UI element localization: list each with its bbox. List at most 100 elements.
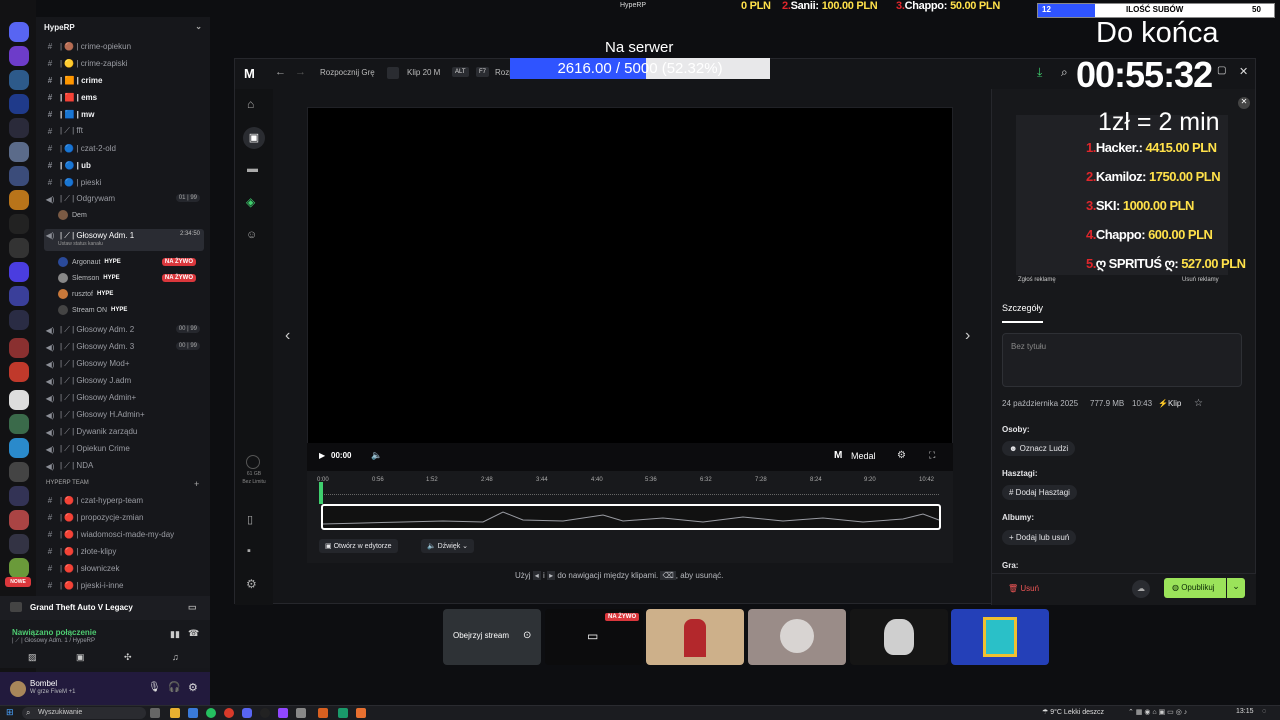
remove-ads-link[interactable]: Usuń reklamy bbox=[1182, 277, 1219, 283]
server-icon[interactable] bbox=[9, 190, 29, 210]
discord-home-icon[interactable] bbox=[9, 22, 29, 42]
app-icon[interactable] bbox=[188, 708, 198, 718]
activities-icon[interactable]: ✣ bbox=[124, 652, 132, 663]
server-icon[interactable] bbox=[9, 462, 29, 482]
cloud-icon[interactable]: ☁ bbox=[1132, 580, 1150, 598]
channel-item[interactable]: ◀) | ⟋ | Głosowy Admin+ bbox=[44, 391, 204, 405]
nav-clip[interactable]: Klip 20 M bbox=[407, 68, 440, 77]
explorer-icon[interactable] bbox=[170, 708, 180, 718]
next-clip-icon[interactable]: › bbox=[965, 327, 970, 345]
channel-item[interactable]: # | 🔵 | ub bbox=[44, 158, 204, 172]
server-icon[interactable] bbox=[9, 338, 29, 358]
channel-item[interactable]: ◀) | ⟋ | Dywanik zarządu bbox=[44, 425, 204, 439]
phone-icon[interactable]: ▯ bbox=[247, 513, 253, 526]
settings-icon[interactable]: ⚙ bbox=[897, 450, 906, 461]
title-input[interactable]: Bez tytułu bbox=[1002, 333, 1242, 387]
folder-icon[interactable]: ▬ bbox=[247, 163, 258, 175]
channel-item[interactable]: ◀) | ⟋ | Głosowy H.Admin+ bbox=[44, 408, 204, 422]
camera-off-icon[interactable]: ▨ bbox=[28, 652, 37, 663]
channel-item[interactable]: # | 🟡 | crime-zapiski bbox=[44, 56, 204, 70]
server-icon[interactable] bbox=[9, 238, 29, 258]
voice-status[interactable]: Nawiązano połączenie bbox=[12, 628, 96, 637]
app-icon[interactable] bbox=[296, 708, 306, 718]
server-icon[interactable] bbox=[9, 166, 29, 186]
voice-member[interactable]: Stream ON HYPE bbox=[58, 303, 202, 317]
avatar[interactable] bbox=[10, 681, 26, 697]
channel-item-selected[interactable]: ◀) | ⟋ | Głosowy Adm. 1 2:34:50 bbox=[44, 229, 204, 251]
discord-icon[interactable] bbox=[242, 708, 252, 718]
server-icon[interactable] bbox=[9, 438, 29, 458]
notification-icon[interactable]: ◌ bbox=[1262, 708, 1266, 715]
channel-item[interactable]: # | 🔴 | pjeski-i-inne bbox=[44, 578, 204, 592]
channel-item[interactable]: ◀) | ⟋ | Głosowy Mod+ bbox=[44, 357, 204, 371]
channel-item[interactable]: # | 🔴 | złote-klipy bbox=[44, 544, 204, 558]
fullscreen-icon[interactable]: ⛶ bbox=[929, 450, 935, 461]
report-ad-link[interactable]: Zgłoś reklamę bbox=[1018, 277, 1056, 283]
voice-member[interactable]: rusztof HYPE bbox=[58, 287, 202, 301]
soundboard-icon[interactable]: ♫ bbox=[172, 652, 179, 662]
voice-member[interactable]: Slemson HYPE NA ŻYWO bbox=[58, 271, 202, 285]
clips-icon[interactable]: ▣ bbox=[243, 127, 265, 149]
publish-options-icon[interactable]: ⌄ bbox=[1227, 578, 1245, 598]
nav-start-game[interactable]: Rozpocznij Grę bbox=[320, 68, 375, 77]
server-icon[interactable] bbox=[9, 362, 29, 382]
server-icon[interactable] bbox=[9, 46, 29, 66]
record-icon[interactable] bbox=[387, 67, 399, 79]
disconnect-icon[interactable]: ☎ bbox=[188, 628, 199, 639]
server-icon[interactable] bbox=[9, 214, 29, 234]
plus-icon[interactable]: + bbox=[194, 479, 199, 489]
open-editor-button[interactable]: ▣ Otwórz w edytorze bbox=[319, 539, 398, 553]
stream-thumb-avatar[interactable] bbox=[748, 609, 846, 665]
stream-thumb-avatar[interactable] bbox=[951, 609, 1049, 665]
stream-thumb-avatar[interactable] bbox=[850, 609, 948, 665]
add-hashtags-button[interactable]: # Dodaj Hasztagi bbox=[1002, 485, 1077, 500]
gear-icon[interactable]: ⚙ bbox=[188, 681, 198, 694]
server-icon[interactable] bbox=[9, 118, 29, 138]
channel-item[interactable]: ◀) | ⟋ | Głosowy Adm. 3 00 | 99 bbox=[44, 340, 204, 354]
channel-item[interactable]: # | 🔵 | pieski bbox=[44, 175, 204, 189]
app-icon[interactable] bbox=[356, 708, 366, 718]
server-icon[interactable] bbox=[9, 414, 29, 434]
tray-icons[interactable]: ⌃ ▦ ◉ ⌂ ▣ ▭ ◎ ♪ bbox=[1128, 708, 1187, 716]
channel-item[interactable]: # | 🔵 | czat-2-old bbox=[44, 141, 204, 155]
headphones-icon[interactable]: 🎧 bbox=[168, 682, 180, 693]
server-icon[interactable] bbox=[9, 262, 29, 282]
category-header[interactable]: HYPERP TEAM bbox=[46, 480, 89, 486]
diamond-icon[interactable]: ◈ bbox=[246, 195, 255, 209]
app-icon[interactable] bbox=[338, 708, 348, 718]
channel-item[interactable]: ◀) | ⟋ | Odgrywam 01 | 99 bbox=[44, 192, 204, 206]
server-icon[interactable] bbox=[9, 286, 29, 306]
channel-item[interactable]: # | 🔴 | słowniczek bbox=[44, 561, 204, 575]
server-icon[interactable] bbox=[9, 486, 29, 506]
server-icon[interactable] bbox=[9, 70, 29, 90]
playhead[interactable] bbox=[319, 482, 323, 504]
stream-thumb-live[interactable]: NA ŻYWO ▭ bbox=[545, 609, 643, 665]
channel-item[interactable]: # | 🔴 | czat-hyperp-team bbox=[44, 493, 204, 507]
app-icon[interactable] bbox=[318, 708, 328, 718]
channel-item[interactable]: # | 🔴 | propozycje-zmian bbox=[44, 510, 204, 524]
tab-details[interactable]: Szczegóły bbox=[1002, 303, 1044, 323]
add-friend-icon[interactable]: ☺ bbox=[246, 229, 257, 241]
channel-item[interactable]: ◀) | ⟋ | Głosowy Adm. 2 00 | 99 bbox=[44, 323, 204, 337]
taskbar-search[interactable]: ⌕ Wyszukiwanie bbox=[22, 707, 146, 719]
server-icon[interactable] bbox=[9, 390, 29, 410]
close-ad-icon[interactable]: ✕ bbox=[1238, 97, 1250, 109]
gear-icon[interactable]: ⚙ bbox=[246, 577, 257, 591]
back-icon[interactable]: ← bbox=[275, 66, 286, 78]
channel-item[interactable]: ◀) | ⟋ | Głosowy J.adm bbox=[44, 374, 204, 388]
download-icon[interactable]: ⤓ bbox=[1037, 65, 1042, 80]
channel-item[interactable]: ◀) | ⟋ | Opiekun Crime bbox=[44, 442, 204, 456]
channel-item[interactable]: # | 🟦 | mw bbox=[44, 107, 204, 121]
channel-item[interactable]: # | 🟧 | crime bbox=[44, 73, 204, 87]
albums-button[interactable]: + Dodaj lub usuń bbox=[1002, 530, 1077, 545]
waveform-trim[interactable] bbox=[321, 504, 941, 530]
channel-item[interactable]: # | 🟤 | crime-opiekun bbox=[44, 39, 204, 53]
noise-icon[interactable]: ▮▮ bbox=[170, 629, 180, 640]
server-name[interactable]: HypeRP ⌄ bbox=[36, 17, 210, 39]
server-icon[interactable] bbox=[9, 94, 29, 114]
star-icon[interactable]: ☆ bbox=[1194, 398, 1203, 409]
app-icon[interactable] bbox=[278, 708, 288, 718]
server-icon[interactable] bbox=[9, 142, 29, 162]
maximize-icon[interactable]: ▢ bbox=[1217, 65, 1226, 76]
stream-thumb-avatar[interactable] bbox=[646, 609, 744, 665]
